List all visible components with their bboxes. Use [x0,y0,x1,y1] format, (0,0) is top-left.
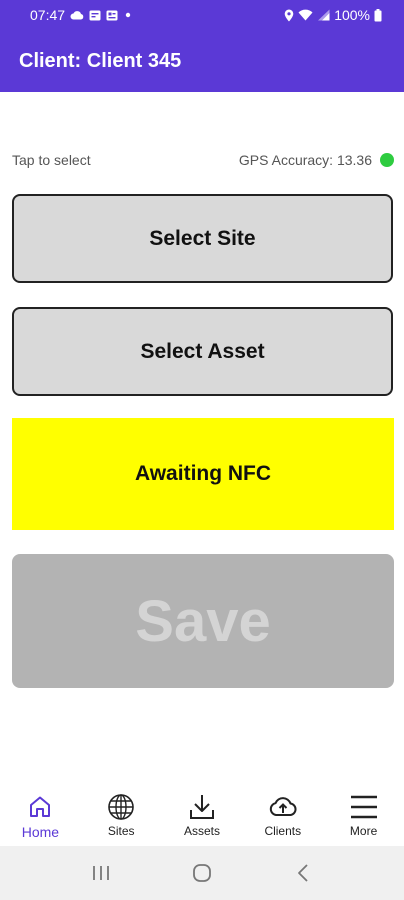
nfc-status-label: Awaiting NFC [134,462,272,485]
gps-status-indicator [380,153,394,167]
system-nav-bar [0,846,404,900]
nav-label-assets: Assets [183,824,220,838]
page-title: Client: Client 345 [19,49,182,72]
select-asset-label: Select Asset [140,339,265,363]
status-time: 07:47 [30,7,66,23]
dot-icon [123,10,133,20]
app-bar: Client: Client 345 [0,30,404,92]
tap-hint: Tap to select [12,152,91,168]
menu-icon [349,792,379,822]
download-icon [188,792,216,822]
info-row: Tap to select GPS Accuracy: 13.36 [12,150,394,170]
cloud-upload-icon [268,792,298,822]
battery-icon [374,8,382,22]
status-right: 100% [284,7,382,23]
bottom-nav: Home Sites Assets Clients More [0,786,404,846]
status-left: 07:47 [30,7,133,23]
status-bar: 07:47 100% [0,0,404,30]
wifi-icon [298,9,313,21]
back-icon[interactable] [283,853,323,893]
battery-percent: 100% [334,7,370,23]
select-site-label: Select Site [149,226,256,250]
nav-label-sites: Sites [107,824,135,838]
nav-item-clients[interactable]: Clients [242,786,323,846]
home-circle-icon[interactable] [182,853,222,893]
cloud-icon [70,10,84,20]
save-button[interactable]: Save [12,554,394,688]
nav-item-more[interactable]: More [323,786,404,846]
select-site-button[interactable]: Select Site [12,194,393,283]
location-icon [284,9,294,22]
nfc-status-panel: Awaiting NFC [12,418,394,530]
home-icon [27,792,53,822]
nav-label-clients: Clients [264,824,302,838]
save-label: Save [135,588,271,654]
nav-item-assets[interactable]: Assets [162,786,243,846]
recents-icon[interactable] [81,853,121,893]
message-icon [89,10,101,21]
nav-label-home: Home [21,824,60,840]
nav-label-more: More [349,824,378,838]
globe-icon [107,792,135,822]
gps-accuracy: GPS Accuracy: 13.36 [239,152,394,168]
signal-icon [317,9,330,21]
gallery-icon [106,10,118,21]
gps-accuracy-label: GPS Accuracy: 13.36 [238,152,372,168]
nav-item-sites[interactable]: Sites [81,786,162,846]
select-asset-button[interactable]: Select Asset [12,307,393,396]
nav-item-home[interactable]: Home [0,786,81,846]
